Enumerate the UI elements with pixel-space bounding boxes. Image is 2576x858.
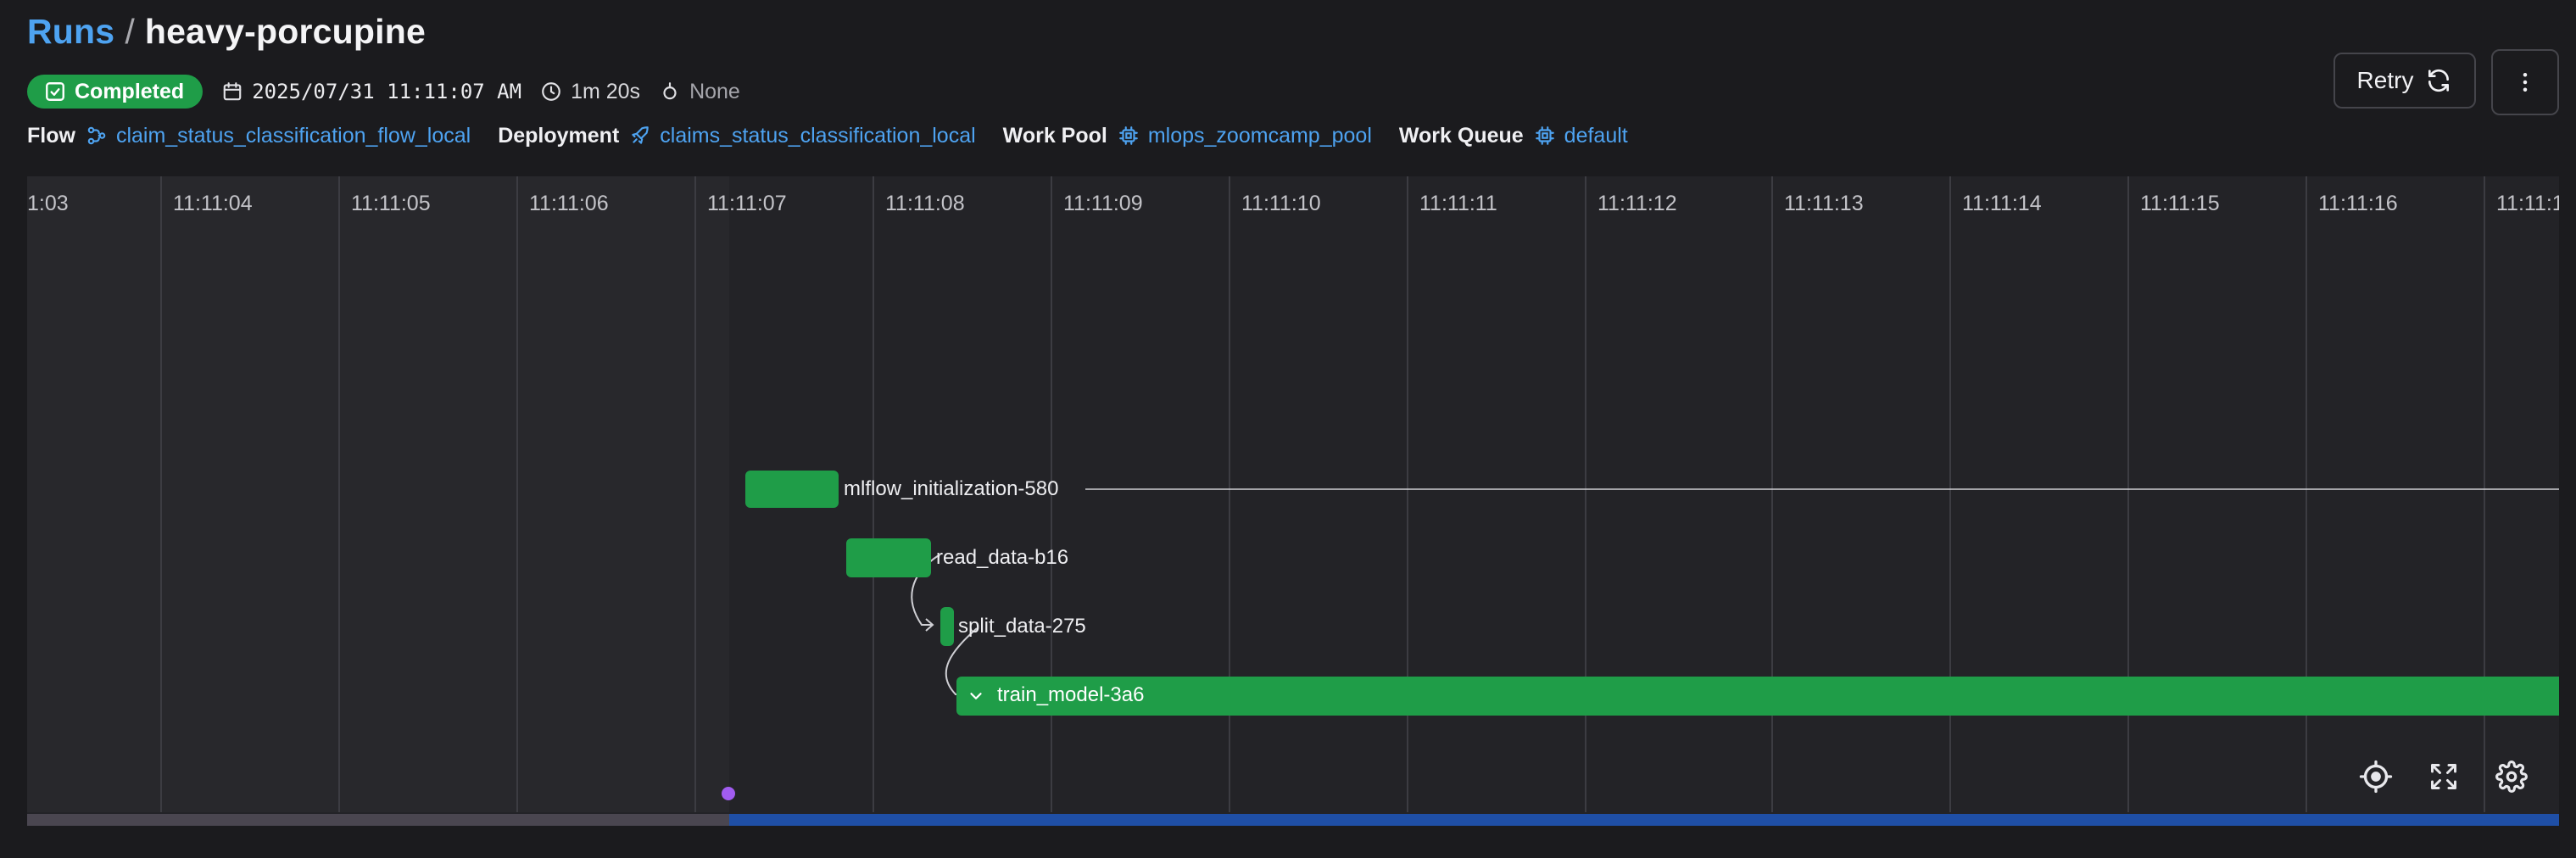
task-node-label[interactable]: train_model-3a6 (997, 683, 1144, 707)
recenter-button[interactable] (2352, 753, 2400, 800)
deployment-label: Deployment (498, 123, 620, 148)
expand-icon (2431, 764, 2456, 789)
task-node-label[interactable]: read_data-b16 (936, 546, 1068, 570)
work-pool-name: mlops_zoomcamp_pool (1147, 123, 1372, 148)
breadcrumb-separator: / (125, 12, 135, 51)
start-time: 2025/07/31 11:11:07 AM (221, 80, 521, 103)
start-time-value: 2025/07/31 11:11:07 AM (252, 80, 522, 103)
duration: 1m 20s (540, 80, 640, 104)
more-vertical-icon (2523, 73, 2528, 92)
refresh-icon (2428, 69, 2450, 92)
deployment-name: claims_status_classification_local (660, 123, 976, 148)
work-pool-label: Work Pool (1002, 123, 1107, 148)
gear-icon (2495, 760, 2528, 793)
more-actions-button[interactable] (2491, 49, 2559, 115)
timeline-start-marker (722, 787, 735, 800)
tag-icon (663, 82, 677, 100)
chevron-down-icon[interactable] (967, 687, 985, 705)
timeline-scrollbar-thumb[interactable] (729, 814, 2559, 826)
task-node-bar[interactable] (745, 471, 839, 508)
run-timeline[interactable]: 1:03 11:11:04 11:11:05 11:11:06 11:11:07… (27, 176, 2559, 826)
task-node-bar[interactable] (940, 607, 954, 646)
work-queue-name: default (1564, 123, 1628, 148)
page-title: Runs / heavy-porcupine (27, 12, 426, 52)
dependency-edges (911, 488, 2559, 701)
task-node-bar-expandable[interactable] (956, 677, 2559, 716)
fullscreen-button[interactable] (2420, 753, 2467, 800)
check-square-icon (46, 82, 64, 101)
work-queue-link[interactable]: default (1534, 124, 1628, 148)
state-label: Completed (75, 79, 185, 103)
tags: None (659, 80, 740, 104)
retry-label: Retry (2356, 67, 2414, 93)
task-node-label[interactable]: mlflow_initialization-580 (844, 477, 1058, 501)
crosshair-icon (2359, 760, 2393, 794)
rocket-icon (632, 126, 650, 144)
calendar-icon (223, 82, 242, 101)
retry-button[interactable]: Retry (2333, 53, 2476, 109)
timeline-settings-button[interactable] (2488, 753, 2535, 800)
task-node-label[interactable]: split_data-275 (958, 615, 1086, 638)
run-relations-row: Flow claim_status_classification_flow_lo… (27, 119, 1655, 153)
deployment-link[interactable]: claims_status_classification_local (629, 123, 976, 148)
flow-link[interactable]: claim_status_classification_flow_local (86, 124, 471, 148)
task-node-bar[interactable] (846, 538, 931, 577)
tags-value: None (689, 79, 740, 103)
state-badge: Completed (27, 75, 204, 109)
clock-icon (542, 82, 560, 101)
flow-label: Flow (27, 123, 75, 148)
run-name: heavy-porcupine (144, 12, 426, 51)
run-meta-row: Completed 2025/07/31 11:11:07 AM 1m 20s … (27, 73, 740, 110)
work-queue-label: Work Queue (1398, 123, 1524, 148)
work-pool-link[interactable]: mlops_zoomcamp_pool (1118, 124, 1372, 148)
cpu-icon (1119, 126, 1138, 145)
cpu-icon (1535, 126, 1554, 145)
duration-value: 1m 20s (571, 79, 641, 103)
flow-name: claim_status_classification_flow_local (115, 123, 471, 148)
breadcrumb-runs-link[interactable]: Runs (27, 12, 114, 51)
flow-icon (87, 126, 106, 145)
